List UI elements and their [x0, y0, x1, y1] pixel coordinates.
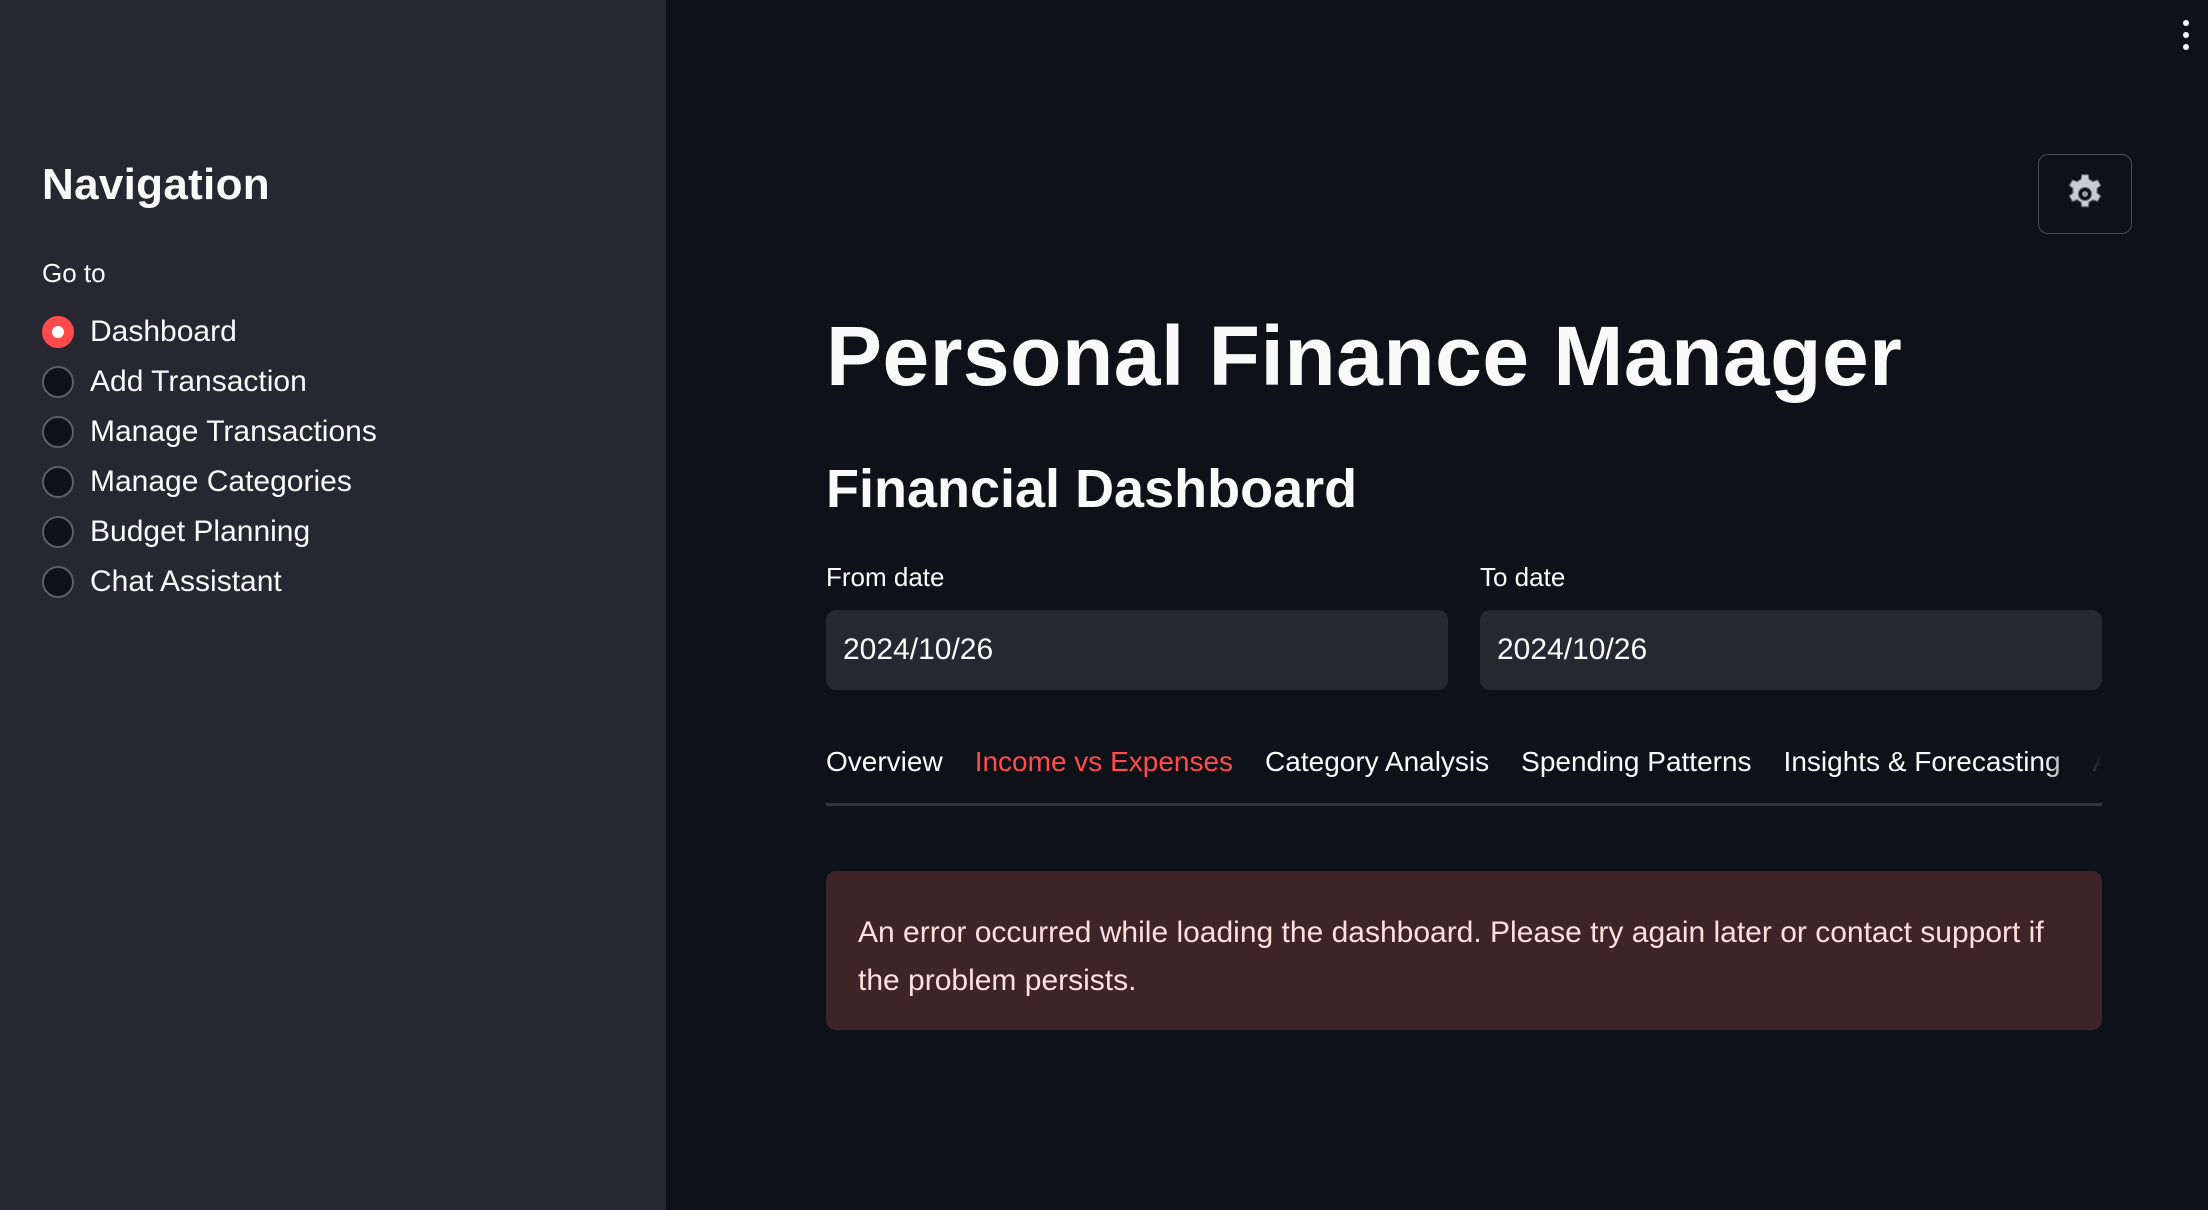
- radio-unselected-icon[interactable]: [42, 566, 74, 598]
- dashboard-tabs: Overview Income vs Expenses Category Ana…: [826, 740, 2102, 806]
- nav-radio-add-transaction[interactable]: Add Transaction: [42, 357, 377, 407]
- tab-income-vs-expenses[interactable]: Income vs Expenses: [975, 740, 1233, 803]
- nav-radio-manage-transactions[interactable]: Manage Transactions: [42, 407, 377, 457]
- radio-unselected-icon[interactable]: [42, 466, 74, 498]
- nav-radio-label: Manage Transactions: [90, 415, 377, 448]
- error-message: An error occurred while loading the dash…: [858, 916, 2044, 997]
- radio-unselected-icon[interactable]: [42, 516, 74, 548]
- nav-radio-chat-assistant[interactable]: Chat Assistant: [42, 557, 377, 607]
- to-date-label: To date: [1480, 562, 1566, 592]
- tab-category-analysis[interactable]: Category Analysis: [1265, 740, 1489, 803]
- from-date-input[interactable]: [826, 610, 1448, 690]
- main-menu-button[interactable]: [2180, 20, 2192, 50]
- gear-icon: [2068, 174, 2102, 208]
- nav-radio-label: Manage Categories: [90, 465, 352, 498]
- to-date-input[interactable]: [1480, 610, 2102, 690]
- nav-radio-dashboard[interactable]: Dashboard: [42, 307, 377, 357]
- tab-overview[interactable]: Overview: [826, 740, 943, 803]
- tab-advanced[interactable]: Advanced: [2093, 740, 2102, 803]
- radio-unselected-icon[interactable]: [42, 416, 74, 448]
- nav-radio-label: Chat Assistant: [90, 565, 282, 598]
- nav-radio-label: Budget Planning: [90, 515, 311, 548]
- error-alert: An error occurred while loading the dash…: [826, 871, 2102, 1030]
- nav-radio-manage-categories[interactable]: Manage Categories: [42, 457, 377, 507]
- sidebar: Navigation Go to Dashboard Add Transacti…: [0, 0, 666, 1210]
- settings-button[interactable]: [2038, 154, 2132, 234]
- vertical-dots-icon: [2183, 20, 2189, 26]
- page-title: Personal Finance Manager: [826, 309, 1903, 403]
- nav-radio-label: Add Transaction: [90, 365, 307, 398]
- radio-selected-icon[interactable]: [42, 316, 74, 348]
- section-title: Financial Dashboard: [826, 459, 1358, 519]
- tab-insights-forecasting[interactable]: Insights & Forecasting: [1784, 740, 2061, 803]
- nav-radio-budget-planning[interactable]: Budget Planning: [42, 507, 377, 557]
- tab-spending-patterns[interactable]: Spending Patterns: [1521, 740, 1751, 803]
- nav-radio-label: Dashboard: [90, 315, 237, 348]
- radio-group-label: Go to: [42, 258, 106, 288]
- nav-radio-group: Dashboard Add Transaction Manage Transac…: [42, 307, 377, 607]
- radio-unselected-icon[interactable]: [42, 366, 74, 398]
- sidebar-title: Navigation: [42, 160, 270, 209]
- app-root: Navigation Go to Dashboard Add Transacti…: [0, 0, 2208, 1210]
- from-date-label: From date: [826, 562, 945, 592]
